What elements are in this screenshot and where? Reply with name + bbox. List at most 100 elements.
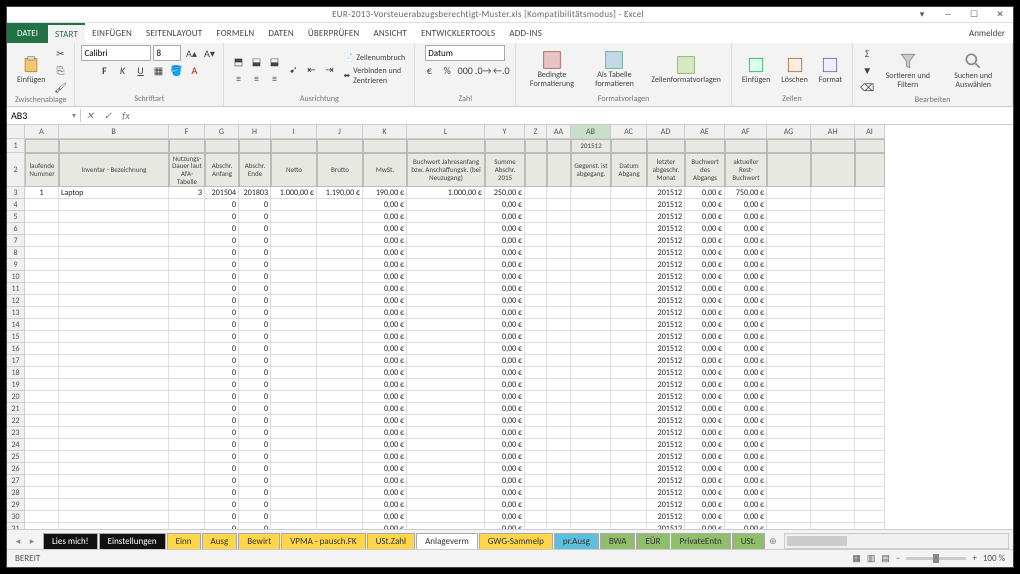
data-cell[interactable] (855, 451, 885, 463)
data-cell[interactable]: 0,00 € (485, 199, 525, 211)
conditional-formatting-button[interactable]: Bedingte Formatierung (522, 48, 581, 91)
data-cell[interactable] (271, 379, 317, 391)
data-cell[interactable] (25, 511, 59, 523)
header-cell[interactable] (547, 153, 571, 187)
data-cell[interactable] (571, 199, 611, 211)
data-cell[interactable] (407, 415, 485, 427)
data-cell[interactable] (547, 391, 571, 403)
data-cell[interactable]: 0,00 € (725, 355, 767, 367)
data-cell[interactable] (169, 307, 205, 319)
data-cell[interactable] (59, 403, 169, 415)
data-cell[interactable] (811, 259, 855, 271)
data-cell[interactable] (317, 463, 363, 475)
data-cell[interactable] (525, 403, 547, 415)
sheet-tab[interactable]: EÜR (636, 533, 669, 549)
data-cell[interactable] (547, 223, 571, 235)
header-cell[interactable]: Nutzungs-Dauer laut AfA-Tabelle (169, 153, 205, 187)
header-cell[interactable] (685, 139, 725, 153)
data-cell[interactable] (811, 319, 855, 331)
underline-button[interactable]: U (132, 62, 148, 78)
align-center-icon[interactable]: ≡ (248, 70, 264, 86)
data-cell[interactable] (25, 259, 59, 271)
data-cell[interactable]: 0,00 € (363, 463, 407, 475)
data-cell[interactable] (25, 379, 59, 391)
column-header[interactable]: AE (685, 125, 725, 139)
data-cell[interactable] (855, 391, 885, 403)
data-cell[interactable]: 0,00 € (363, 367, 407, 379)
data-cell[interactable] (767, 211, 811, 223)
view-page-icon[interactable]: ▥ (867, 553, 876, 564)
data-cell[interactable] (317, 259, 363, 271)
tab-seitenlayout[interactable]: SEITENLAYOUT (139, 23, 209, 43)
data-cell[interactable] (855, 379, 885, 391)
data-cell[interactable]: 0,00 € (685, 199, 725, 211)
data-cell[interactable] (611, 271, 647, 283)
data-cell[interactable] (271, 487, 317, 499)
data-cell[interactable] (855, 427, 885, 439)
data-cell[interactable]: 0 (205, 415, 239, 427)
row-header[interactable]: 2 (7, 153, 25, 187)
column-header[interactable]: AD (647, 125, 685, 139)
data-cell[interactable] (611, 499, 647, 511)
sheet-tab[interactable]: Bewirt (238, 533, 280, 549)
data-cell[interactable]: 0 (205, 295, 239, 307)
data-cell[interactable] (169, 247, 205, 259)
data-cell[interactable] (811, 271, 855, 283)
data-cell[interactable] (811, 331, 855, 343)
data-cell[interactable]: 0,00 € (685, 367, 725, 379)
data-cell[interactable] (317, 247, 363, 259)
data-cell[interactable]: 0 (239, 403, 271, 415)
data-cell[interactable] (25, 235, 59, 247)
enter-formula-icon[interactable]: ✓ (99, 109, 117, 122)
data-cell[interactable] (855, 439, 885, 451)
row-header[interactable]: 6 (7, 223, 25, 235)
data-cell[interactable] (59, 523, 169, 529)
format-painter-button[interactable]: 🖌 (52, 79, 68, 95)
data-cell[interactable] (571, 499, 611, 511)
data-cell[interactable]: 0,00 € (363, 499, 407, 511)
data-cell[interactable] (767, 475, 811, 487)
data-cell[interactable] (169, 319, 205, 331)
data-cell[interactable] (169, 475, 205, 487)
sheet-tab[interactable]: BWA (600, 533, 636, 549)
data-cell[interactable] (407, 367, 485, 379)
insert-cells-button[interactable]: Einfügen (738, 53, 774, 87)
data-cell[interactable] (547, 295, 571, 307)
data-cell[interactable] (271, 451, 317, 463)
data-cell[interactable]: 0,00 € (485, 487, 525, 499)
data-cell[interactable] (169, 463, 205, 475)
data-cell[interactable]: 201512 (647, 487, 685, 499)
row-header[interactable]: 1 (7, 139, 25, 153)
data-cell[interactable]: 0,00 € (485, 307, 525, 319)
data-cell[interactable] (611, 331, 647, 343)
data-cell[interactable] (317, 415, 363, 427)
data-cell[interactable]: 201512 (647, 427, 685, 439)
data-cell[interactable] (855, 463, 885, 475)
header-cell[interactable] (363, 139, 407, 153)
data-cell[interactable] (25, 355, 59, 367)
data-cell[interactable]: 201512 (647, 187, 685, 199)
data-cell[interactable]: 201504 (205, 187, 239, 199)
data-cell[interactable] (571, 475, 611, 487)
data-cell[interactable]: 0,00 € (685, 391, 725, 403)
data-cell[interactable]: 0 (239, 391, 271, 403)
data-cell[interactable] (767, 463, 811, 475)
data-cell[interactable] (169, 271, 205, 283)
data-cell[interactable] (571, 283, 611, 295)
data-cell[interactable] (571, 355, 611, 367)
data-cell[interactable] (855, 511, 885, 523)
data-cell[interactable]: 0,00 € (685, 295, 725, 307)
data-cell[interactable] (611, 343, 647, 355)
sheet-tab[interactable]: USt. (732, 533, 765, 549)
data-cell[interactable] (855, 187, 885, 199)
data-cell[interactable]: 0,00 € (363, 247, 407, 259)
format-as-table-button[interactable]: Als Tabelle formatieren (585, 48, 645, 91)
data-cell[interactable]: 0 (239, 307, 271, 319)
header-cell[interactable]: Inventar - Bezeichnung (59, 153, 169, 187)
data-cell[interactable] (855, 367, 885, 379)
data-cell[interactable] (855, 259, 885, 271)
data-cell[interactable]: 0,00 € (363, 259, 407, 271)
data-cell[interactable] (811, 211, 855, 223)
data-cell[interactable] (611, 319, 647, 331)
data-cell[interactable] (811, 343, 855, 355)
